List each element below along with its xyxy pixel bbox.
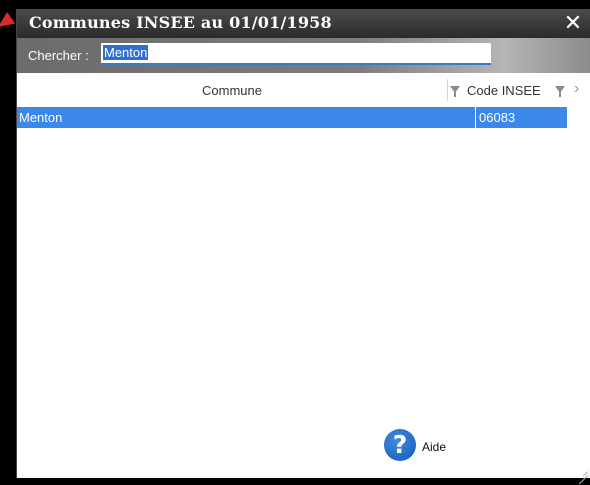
cell-commune: Menton bbox=[19, 110, 63, 125]
window-title: Communes INSEE au 01/01/1958 bbox=[29, 13, 332, 32]
cell-divider bbox=[475, 107, 476, 128]
table-row[interactable]: Menton 06083 bbox=[17, 107, 567, 128]
table-header: Commune Code INSEE › bbox=[17, 73, 590, 107]
communes-dialog: Communes INSEE au 01/01/1958 ✕ Chercher … bbox=[16, 9, 590, 478]
resize-grip-icon[interactable] bbox=[578, 466, 588, 476]
column-header-code-insee[interactable]: Code INSEE bbox=[467, 83, 541, 98]
filter-icon[interactable] bbox=[555, 86, 565, 97]
cell-code-insee: 06083 bbox=[479, 110, 516, 125]
help-icon: ? bbox=[384, 429, 416, 461]
pointer-arrow-icon bbox=[0, 12, 16, 33]
titlebar[interactable]: Communes INSEE au 01/01/1958 ✕ bbox=[17, 9, 590, 38]
search-bar: Chercher : Menton bbox=[17, 38, 590, 73]
filter-icon[interactable] bbox=[450, 86, 460, 97]
search-label: Chercher : bbox=[28, 48, 89, 63]
search-input-value: Menton bbox=[103, 45, 149, 60]
help-label: Aide bbox=[422, 440, 447, 454]
column-header-commune[interactable]: Commune bbox=[17, 83, 447, 98]
search-input[interactable]: Menton bbox=[101, 43, 491, 65]
column-divider bbox=[447, 79, 448, 101]
chevron-right-icon[interactable]: › bbox=[574, 80, 579, 98]
close-icon[interactable]: ✕ bbox=[562, 11, 584, 35]
